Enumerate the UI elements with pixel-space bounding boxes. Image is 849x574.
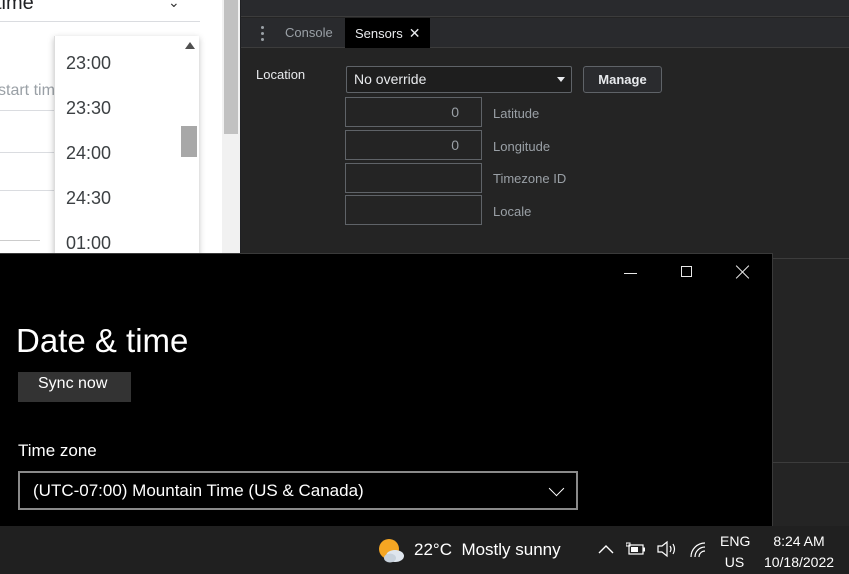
- location-label: Location: [256, 67, 306, 82]
- timezone-id-input[interactable]: [345, 163, 482, 193]
- more-options-icon[interactable]: [261, 26, 264, 44]
- language-code: ENG: [720, 533, 751, 549]
- latitude-label: Latitude: [493, 106, 540, 121]
- partly-sunny-icon[interactable]: [377, 537, 405, 565]
- divider: [0, 21, 200, 22]
- page-scrollbar[interactable]: [222, 0, 240, 253]
- scroll-up-arrow-icon[interactable]: [185, 42, 195, 49]
- keyboard-layout: US: [724, 554, 745, 570]
- weather-widget[interactable]: 22°C Mostly sunny: [414, 540, 561, 560]
- latitude-input[interactable]: 0: [345, 97, 482, 127]
- minimize-icon[interactable]: [624, 273, 637, 274]
- divider: [0, 190, 60, 191]
- clock-date: 10/18/2022: [763, 554, 835, 570]
- page-scrollbar-thumb[interactable]: [224, 0, 238, 134]
- sync-now-button[interactable]: Sync now: [18, 372, 131, 402]
- timezone-id-label: Timezone ID: [493, 171, 567, 186]
- page-heading-fragment: time: [0, 0, 34, 14]
- input-language-indicator[interactable]: ENG US: [720, 531, 751, 573]
- chevron-down-icon[interactable]: ⌄: [168, 0, 180, 11]
- start-time-input[interactable]: start tim: [0, 82, 55, 100]
- time-option[interactable]: 01:00: [66, 233, 111, 253]
- longitude-label: Longitude: [493, 139, 551, 154]
- tab-console[interactable]: Console: [275, 18, 343, 48]
- devtools-top-bar: [241, 0, 849, 17]
- location-select[interactable]: No override: [346, 66, 572, 93]
- time-option[interactable]: 23:30: [66, 98, 111, 119]
- chevron-down-icon: [548, 480, 565, 497]
- longitude-input[interactable]: 0: [345, 130, 482, 160]
- chevron-up-icon[interactable]: [598, 543, 614, 555]
- time-dropdown-list[interactable]: 23:00 23:30 24:00 24:30 01:00: [54, 36, 199, 253]
- divider: [0, 110, 60, 111]
- close-icon[interactable]: [735, 264, 751, 280]
- tab-label: Sensors: [355, 26, 403, 41]
- weather-description: Mostly sunny: [461, 540, 561, 559]
- calendar-icon[interactable]: [0, 240, 40, 253]
- maximize-icon[interactable]: [681, 266, 692, 277]
- wifi-icon[interactable]: [689, 541, 707, 559]
- caret-down-icon: [557, 77, 565, 82]
- page-title: Date & time: [16, 322, 189, 359]
- taskbar-clock[interactable]: 8:24 AM 10/18/2022: [761, 531, 837, 573]
- tab-sensors[interactable]: Sensors ✕: [345, 18, 431, 48]
- timezone-select[interactable]: (UTC-07:00) Mountain Time (US & Canada): [18, 471, 578, 510]
- clock-time: 8:24 AM: [773, 533, 825, 549]
- manage-button[interactable]: Manage: [583, 66, 662, 93]
- volume-icon[interactable]: [656, 540, 678, 558]
- time-option[interactable]: 24:00: [66, 143, 111, 164]
- locale-label: Locale: [493, 204, 532, 219]
- close-tab-icon[interactable]: ✕: [409, 25, 421, 41]
- dropdown-scrollbar-thumb[interactable]: [181, 126, 197, 157]
- divider: [0, 152, 60, 153]
- timezone-label: Time zone: [18, 441, 97, 460]
- weather-temperature: 22°C: [414, 540, 452, 559]
- devtools-drawer-tabbar: Console Sensors ✕: [241, 18, 849, 48]
- battery-icon[interactable]: [626, 541, 646, 557]
- location-select-value: No override: [354, 71, 427, 87]
- divider: [773, 462, 849, 463]
- web-page-panel: time ⌄ start tim 23:00 23:30 24:00 24:30…: [0, 0, 222, 253]
- time-option[interactable]: 23:00: [66, 53, 111, 74]
- locale-input[interactable]: [345, 195, 482, 225]
- tab-label: Console: [285, 25, 333, 40]
- timezone-select-value: (UTC-07:00) Mountain Time (US & Canada): [33, 481, 364, 500]
- time-option[interactable]: 24:30: [66, 188, 111, 209]
